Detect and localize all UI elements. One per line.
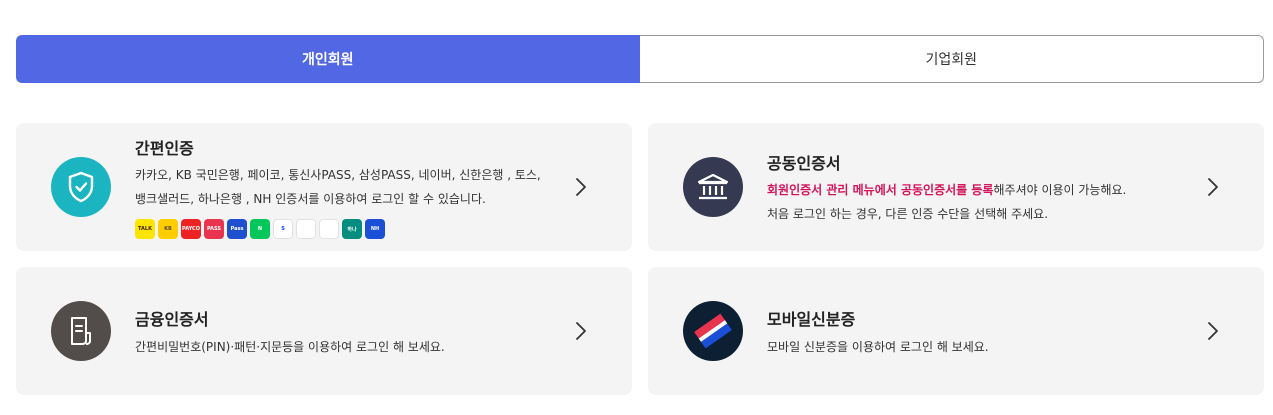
- naver-logo: N: [250, 219, 270, 239]
- card-description-line1: 모바일 신분증을 이용하여 로그인 해 보세요.: [767, 340, 989, 354]
- card-title: 간편인증: [135, 139, 194, 158]
- banksalad-logo: [319, 219, 339, 239]
- description-rest: 해주셔야 이용이 가능해요.: [993, 183, 1127, 197]
- financial-certificate-card[interactable]: 금융인증서 간편비밀번호(PIN)·패턴·지문등을 이용하여 로그인 해 보세요…: [16, 267, 632, 395]
- chevron-right-icon: [576, 322, 586, 340]
- card-description-line1: 간편비밀번호(PIN)·패턴·지문등을 이용하여 로그인 해 보세요.: [135, 340, 445, 354]
- shinhan-logo: S: [273, 219, 293, 239]
- tab-personal[interactable]: 개인회원: [16, 35, 640, 83]
- card-title: 금융인증서: [135, 310, 209, 329]
- simple-auth-card[interactable]: 간편인증 카카오, KB 국민은행, 페이코, 통신사PASS, 삼성PASS,…: [16, 123, 632, 251]
- joint-certificate-card[interactable]: 공동인증서 회원인증서 관리 메뉴에서 공동인증서를 등록해주셔야 이용이 가능…: [648, 123, 1264, 251]
- bank-icon: [683, 157, 743, 217]
- card-title: 공동인증서: [767, 154, 841, 173]
- card-description-line2: 처음 로그인 하는 경우, 다른 인증 수단을 선택해 주세요.: [767, 207, 1049, 221]
- mobile-id-card[interactable]: 모바일신분증 모바일 신분증을 이용하여 로그인 해 보세요.: [648, 267, 1264, 395]
- nh-logo: NH: [365, 219, 385, 239]
- toss-logo: [296, 219, 316, 239]
- chevron-right-icon: [1208, 178, 1218, 196]
- kb-logo: KB: [158, 219, 178, 239]
- mobile-id-icon: [683, 301, 743, 361]
- kakao-logo: TALK: [135, 219, 155, 239]
- member-type-tabs: 개인회원 기업회원: [16, 35, 1264, 83]
- card-description-line1: 카카오, KB 국민은행, 페이코, 통신사PASS, 삼성PASS, 네이버,…: [135, 168, 541, 182]
- chevron-right-icon: [1208, 322, 1218, 340]
- payco-logo: PAYCO: [181, 219, 201, 239]
- card-description-line1: 회원인증서 관리 메뉴에서 공동인증서를 등록해주셔야 이용이 가능해요.: [767, 178, 1126, 202]
- document-icon: [51, 301, 111, 361]
- telecom-pass-logo: PASS: [204, 219, 224, 239]
- provider-logo-list: TALK KB PAYCO PASS Pass N S 하나 NH: [135, 219, 385, 239]
- tab-business[interactable]: 기업회원: [639, 35, 1264, 83]
- register-highlight: 회원인증서 관리 메뉴에서 공동인증서를 등록: [767, 183, 994, 197]
- card-description-line2: 뱅크샐러드, 하나은행 , NH 인증서를 이용하여 로그인 할 수 있습니다.: [135, 192, 486, 206]
- card-title: 모바일신분증: [767, 310, 856, 329]
- shield-check-icon: [51, 157, 111, 217]
- hana-logo: 하나: [342, 219, 362, 239]
- chevron-right-icon: [576, 178, 586, 196]
- samsung-pass-logo: Pass: [227, 219, 247, 239]
